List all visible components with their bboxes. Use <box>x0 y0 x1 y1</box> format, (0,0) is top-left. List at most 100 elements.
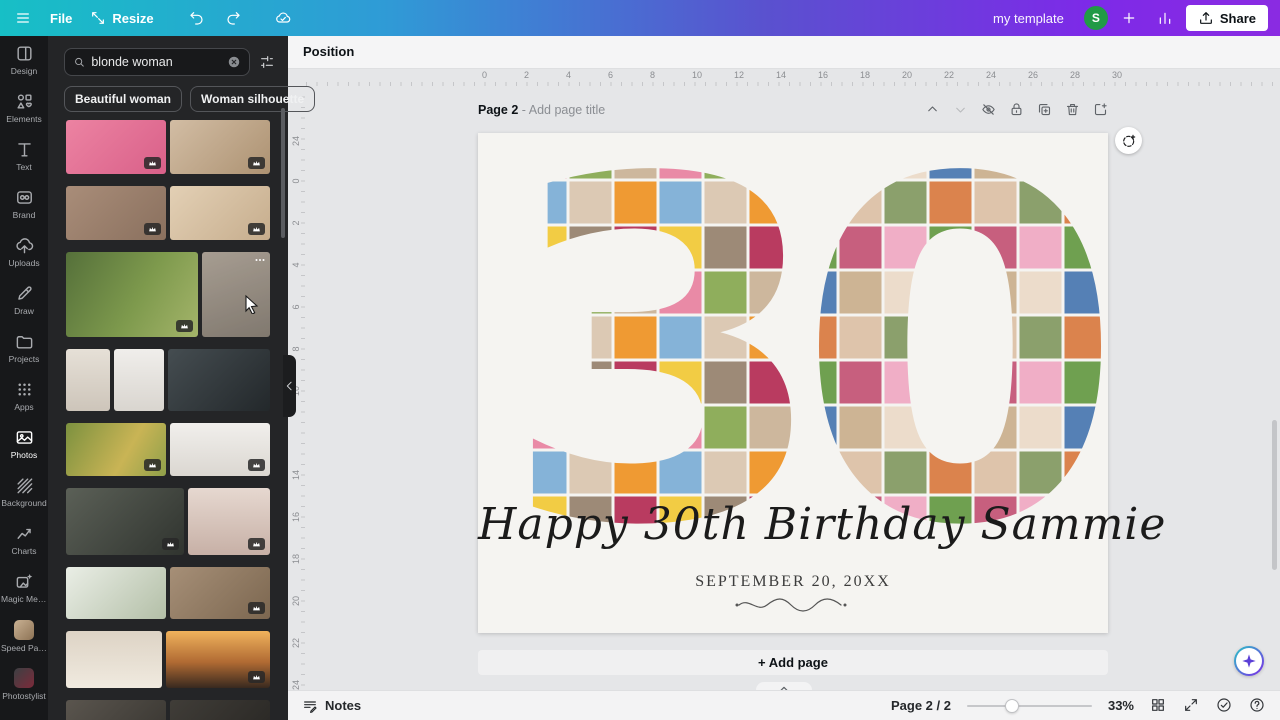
photo-thumbnail[interactable] <box>202 252 270 337</box>
suggestion-chip[interactable]: Woman silhouette <box>190 86 315 112</box>
ruler-number: 24 <box>986 70 996 80</box>
file-menu[interactable]: File <box>50 11 72 26</box>
zoom-slider-track <box>967 705 1092 707</box>
canvas-area: Position 024681012141618202224262830 240… <box>288 36 1280 690</box>
add-page-button[interactable]: + Add page <box>478 650 1108 675</box>
zoom-slider[interactable] <box>967 699 1092 713</box>
zoom-level[interactable]: 33% <box>1108 698 1134 713</box>
sidebar-item-label: Background <box>1 498 46 508</box>
clear-search-icon[interactable] <box>227 55 241 69</box>
sidebar-item-uploads[interactable]: Uploads <box>0 228 48 276</box>
duplicate-icon[interactable] <box>1037 102 1052 117</box>
photo-thumbnail[interactable] <box>66 252 198 337</box>
date-text[interactable]: SEPTEMBER 20, 20XX <box>478 573 1108 591</box>
collapse-panel-button[interactable] <box>283 355 296 417</box>
add-page-icon[interactable] <box>1093 102 1108 117</box>
notes-button[interactable]: Notes <box>288 698 361 714</box>
more-options-icon[interactable] <box>254 254 266 266</box>
page-indicator[interactable]: Page 2 / 2 <box>891 698 951 713</box>
photo-row <box>66 567 270 619</box>
help-icon[interactable] <box>1249 697 1266 714</box>
photo-thumbnail[interactable] <box>66 423 166 476</box>
flourish-ornament[interactable] <box>733 597 853 613</box>
chevron-up-icon[interactable] <box>925 102 940 117</box>
resize-button[interactable]: Resize <box>90 10 153 26</box>
photo-row <box>66 120 270 174</box>
sidebar-item-photos[interactable]: Photos <box>0 420 48 468</box>
sidebar-item-charts[interactable]: Charts <box>0 516 48 564</box>
lock-icon[interactable] <box>1009 102 1024 117</box>
page-title[interactable]: Page 2 - Add page title <box>478 103 605 117</box>
sidebar-item-label: Charts <box>11 546 36 556</box>
search-input[interactable] <box>91 55 221 69</box>
page-header: Page 2 - Add page title <box>478 102 1108 117</box>
collapse-bottombar-tab[interactable] <box>756 682 812 690</box>
canvas-scrollbar[interactable] <box>1272 420 1277 570</box>
sidebar-item-elements[interactable]: Elements <box>0 84 48 132</box>
check-circle-icon[interactable] <box>1216 697 1233 714</box>
crown-icon <box>252 540 261 549</box>
photo-thumbnail[interactable] <box>166 631 270 688</box>
sidebar-item-speed-pai[interactable]: Speed Pai... <box>0 612 48 660</box>
sidebar-item-draw[interactable]: Draw <box>0 276 48 324</box>
document-title[interactable]: my template <box>993 11 1064 26</box>
photo-thumbnail[interactable] <box>66 120 166 174</box>
comment-button[interactable] <box>1115 127 1142 154</box>
grid-view-icon[interactable] <box>1150 697 1167 714</box>
sidebar-item-apps[interactable]: Apps <box>0 372 48 420</box>
chevron-down-icon[interactable] <box>953 102 968 117</box>
crown-icon <box>148 461 157 470</box>
sidebar-item-label: Speed Pai... <box>1 643 47 653</box>
ruler-number: 8 <box>650 70 655 80</box>
collage-digit-0[interactable]: 0 <box>796 135 1108 555</box>
eye-off-icon[interactable] <box>981 102 996 117</box>
sidebar-item-label: Elements <box>6 114 41 124</box>
add-member-icon[interactable] <box>1120 9 1138 27</box>
sidebar-item-label: Photos <box>11 450 37 460</box>
photo-thumbnail[interactable] <box>170 423 270 476</box>
sidebar-item-design[interactable]: Design <box>0 36 48 84</box>
photo-thumbnail[interactable] <box>168 349 270 411</box>
panel-scrollbar[interactable] <box>281 108 285 238</box>
sidebar-item-photostylist[interactable]: Photostylist <box>0 660 48 708</box>
photo-thumbnail[interactable] <box>66 567 166 619</box>
canva-editor: File Resize my template S Share Design El… <box>0 0 1280 720</box>
photo-thumbnail[interactable] <box>170 567 270 619</box>
sidebar-item-magic-med[interactable]: Magic Med... <box>0 564 48 612</box>
photo-thumbnail[interactable] <box>66 349 110 411</box>
headline-text[interactable]: Happy 30th Birthday Sammie <box>478 499 1108 550</box>
photo-thumbnail[interactable] <box>188 488 270 555</box>
sidebar-item-brand[interactable]: Brand <box>0 180 48 228</box>
menu-icon[interactable] <box>14 9 32 27</box>
photo-thumbnail[interactable] <box>66 700 166 720</box>
redo-icon[interactable] <box>224 9 242 27</box>
photo-row <box>66 186 270 240</box>
sidebar-item-background[interactable]: Background <box>0 468 48 516</box>
photo-thumbnail[interactable] <box>170 186 270 240</box>
trash-icon[interactable] <box>1065 102 1080 117</box>
ruler-number: 22 <box>944 70 954 80</box>
photo-thumbnail[interactable] <box>66 186 166 240</box>
share-button[interactable]: Share <box>1186 5 1268 31</box>
sidebar-item-text[interactable]: Text <box>0 132 48 180</box>
suggestion-chip[interactable]: Beautiful woman <box>64 86 182 112</box>
position-button[interactable]: Position <box>303 44 354 59</box>
photo-thumbnail[interactable] <box>170 120 270 174</box>
photo-thumbnail[interactable] <box>66 631 162 688</box>
magic-assistant-button[interactable] <box>1234 646 1264 676</box>
photo-thumbnail[interactable] <box>170 700 270 720</box>
fullscreen-icon[interactable] <box>1183 697 1200 714</box>
crown-icon <box>252 673 261 682</box>
undo-icon[interactable] <box>188 9 206 27</box>
zoom-slider-thumb[interactable] <box>1005 699 1019 713</box>
photo-thumbnail[interactable] <box>114 349 164 411</box>
insights-icon[interactable] <box>1156 9 1174 27</box>
avatar[interactable]: S <box>1084 6 1108 30</box>
ruler-number: 26 <box>1028 70 1038 80</box>
filter-icon[interactable] <box>256 51 278 73</box>
design-page[interactable]: 3 0 Happy 30th Birthday Sammie SEPTEMBER… <box>478 133 1108 633</box>
photo-collage-digits[interactable]: 3 0 <box>478 135 1108 555</box>
collage-digit-3[interactable]: 3 <box>501 135 828 555</box>
photo-thumbnail[interactable] <box>66 488 184 555</box>
sidebar-item-projects[interactable]: Projects <box>0 324 48 372</box>
